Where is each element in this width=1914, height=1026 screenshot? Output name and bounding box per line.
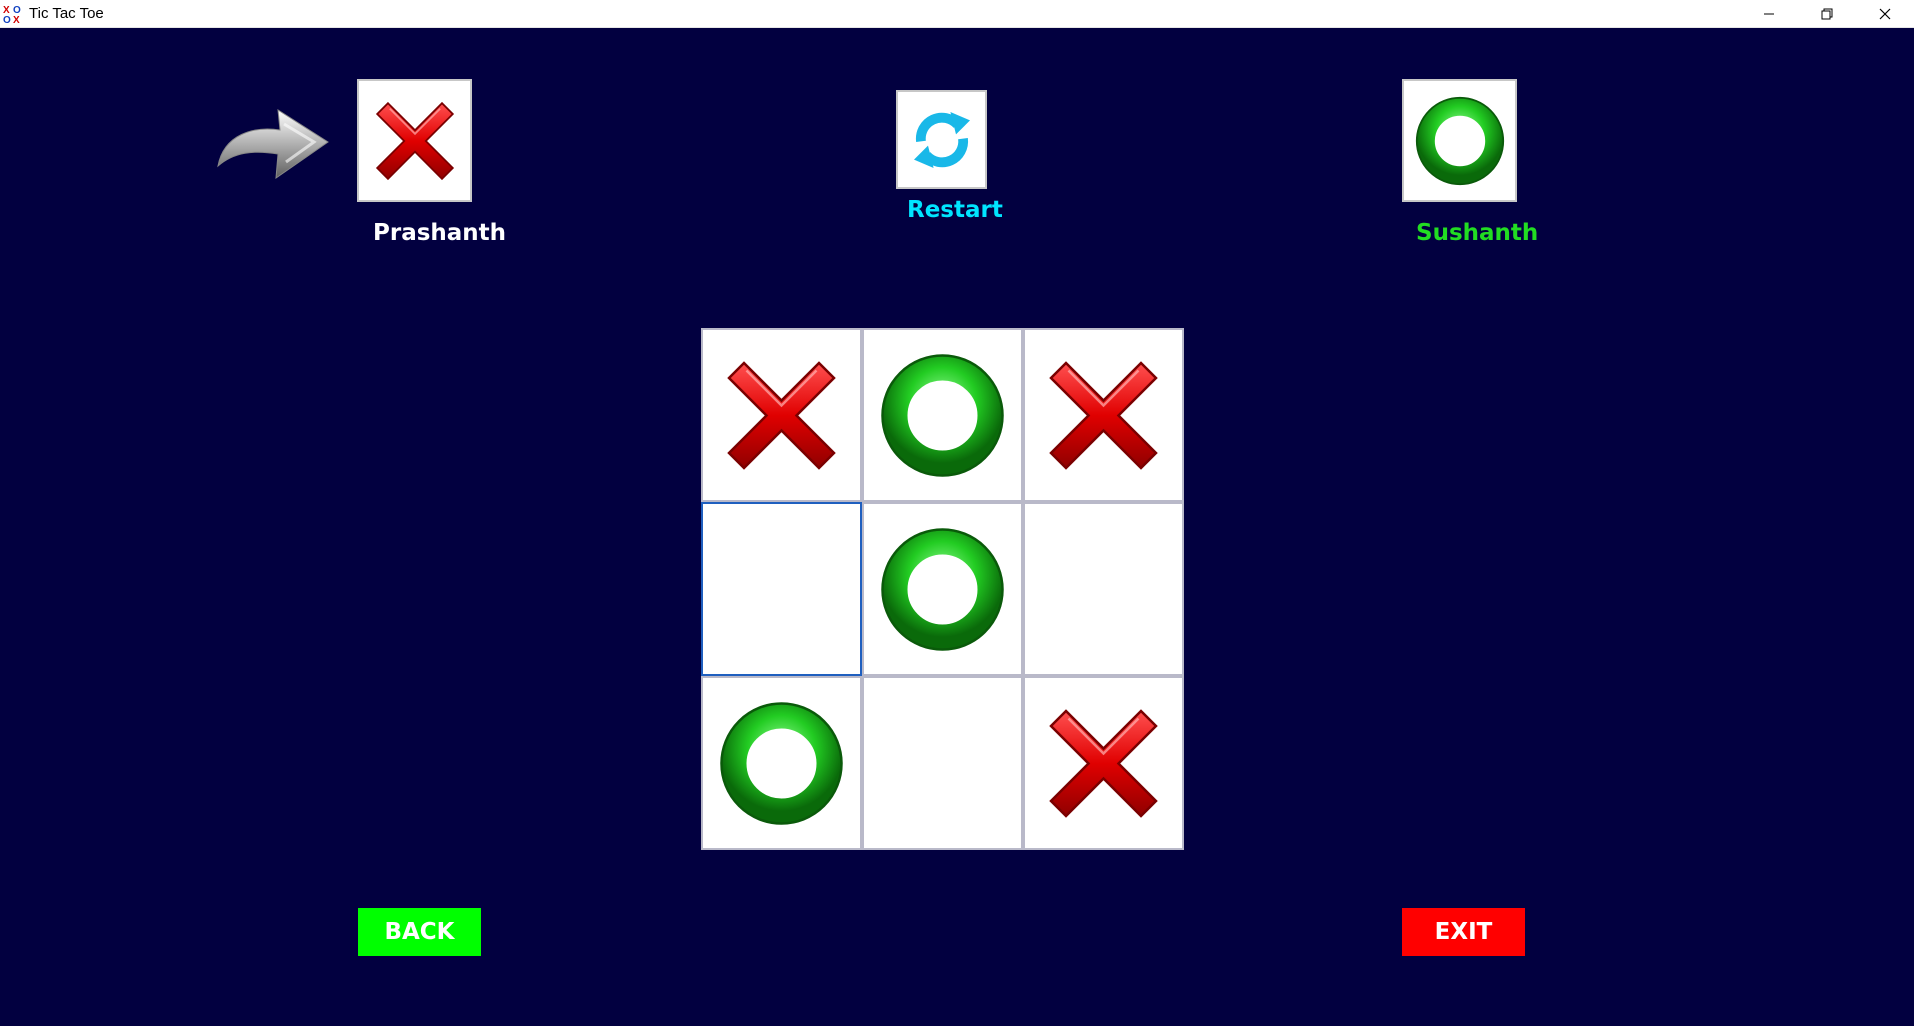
minimize-icon — [1764, 13, 1774, 14]
board-cell-5[interactable] — [1023, 502, 1184, 676]
player2-symbol-box — [1402, 79, 1517, 202]
minimize-button[interactable] — [1740, 0, 1798, 27]
restart-button[interactable] — [896, 90, 987, 189]
o-mark-icon — [1415, 96, 1504, 185]
board-cell-8[interactable] — [1023, 676, 1184, 850]
restart-label[interactable]: Restart — [907, 197, 1003, 223]
svg-text:X: X — [13, 15, 20, 24]
back-button[interactable]: BACK — [358, 908, 481, 956]
x-mark-icon — [1049, 360, 1158, 470]
o-mark-icon — [881, 527, 1004, 651]
player1-symbol-box — [357, 79, 472, 202]
player2-name: Sushanth — [1416, 220, 1539, 246]
restore-button[interactable] — [1798, 0, 1856, 27]
exit-button[interactable]: EXIT — [1402, 908, 1525, 956]
o-mark-icon — [720, 701, 843, 825]
x-mark-icon — [1049, 708, 1158, 818]
window-controls — [1740, 0, 1914, 27]
x-mark-icon — [727, 360, 836, 470]
game-board — [701, 328, 1184, 850]
board-cell-2[interactable] — [1023, 328, 1184, 502]
restore-icon — [1821, 8, 1833, 19]
board-cell-6[interactable] — [701, 676, 862, 850]
svg-text:O: O — [3, 15, 11, 24]
player1-name: Prashanth — [373, 220, 507, 246]
board-cell-7[interactable] — [862, 676, 1023, 850]
close-button[interactable] — [1856, 0, 1914, 27]
board-cell-1[interactable] — [862, 328, 1023, 502]
close-icon — [1879, 8, 1891, 19]
board-cell-3[interactable] — [701, 502, 862, 676]
window-title: Tic Tac Toe — [29, 5, 104, 22]
app-icon: X O O X — [3, 5, 21, 24]
x-mark-icon — [375, 101, 454, 180]
board-cell-4[interactable] — [862, 502, 1023, 676]
refresh-icon — [913, 111, 970, 168]
o-mark-icon — [881, 353, 1004, 477]
board-cell-0[interactable] — [701, 328, 862, 502]
title-bar: X O O X Tic Tac Toe — [0, 0, 1914, 28]
turn-arrow-icon — [217, 109, 329, 180]
